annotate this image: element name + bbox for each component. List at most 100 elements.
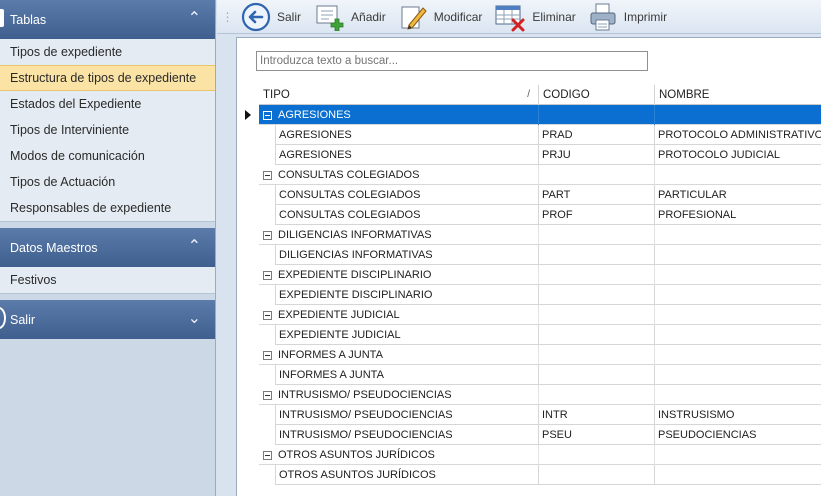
chevron-up-double-icon[interactable]: ⌃ <box>188 9 201 27</box>
printer-icon <box>590 3 616 30</box>
table-row[interactable]: INTRUSISMO/ PSEUDOCIENCIAS INTR INSTRUSISM… <box>259 405 821 425</box>
cell-nombre[interactable] <box>655 465 821 485</box>
table-row[interactable]: INFORMES A JUNTA <box>259 365 821 385</box>
group-label: INFORMES A JUNTA <box>278 349 383 361</box>
collapse-toggle-icon[interactable] <box>263 170 272 180</box>
cell-tipo[interactable]: INTRUSISMO/ PSEUDOCIENCIAS <box>275 425 539 445</box>
table-row[interactable]: OTROS ASUNTOS JURÍDICOS <box>259 465 821 485</box>
column-header-codigo[interactable]: CODIGO <box>539 85 655 105</box>
group-cell-empty <box>655 225 821 245</box>
cell-codigo[interactable]: INTR <box>539 405 655 425</box>
cell-codigo[interactable]: PRJU <box>539 145 655 165</box>
cell-tipo[interactable]: CONSULTAS COLEGIADOS <box>275 205 539 225</box>
table-row[interactable]: CONSULTAS COLEGIADOS PROF PROFESIONAL <box>259 205 821 225</box>
collapse-toggle-icon[interactable] <box>263 390 272 400</box>
column-header-nombre[interactable]: NOMBRE <box>655 85 821 105</box>
group-cell: AGRESIONES <box>259 105 539 125</box>
sidebar-item[interactable]: Estados del Expediente <box>0 91 215 117</box>
group-row[interactable]: DILIGENCIAS INFORMATIVAS <box>259 225 821 245</box>
group-cell: INFORMES A JUNTA <box>259 345 539 365</box>
cell-codigo[interactable] <box>539 325 655 345</box>
table-row[interactable]: CONSULTAS COLEGIADOS PART PARTICULAR <box>259 185 821 205</box>
table-row[interactable]: EXPEDIENTE JUDICIAL <box>259 325 821 345</box>
group-cell: INTRUSISMO/ PSEUDOCIENCIAS <box>259 385 539 405</box>
sidebar-group-title: Tablas <box>10 12 47 27</box>
group-cell-empty <box>539 225 655 245</box>
group-label: CONSULTAS COLEGIADOS <box>278 169 420 181</box>
collapse-toggle-icon[interactable] <box>263 230 272 240</box>
group-row[interactable]: INTRUSISMO/ PSEUDOCIENCIAS <box>259 385 821 405</box>
cell-tipo[interactable]: AGRESIONES <box>275 125 539 145</box>
table-row[interactable]: DILIGENCIAS INFORMATIVAS <box>259 245 821 265</box>
column-header-tipo[interactable]: TIPO / <box>259 85 539 105</box>
cell-tipo[interactable]: INTRUSISMO/ PSEUDOCIENCIAS <box>275 405 539 425</box>
cell-codigo[interactable] <box>539 465 655 485</box>
group-cell: EXPEDIENTE DISCIPLINARIO <box>259 265 539 285</box>
cell-nombre[interactable] <box>655 325 821 345</box>
cell-nombre[interactable] <box>655 365 821 385</box>
sidebar-item[interactable]: Tipos de Interviniente <box>0 117 215 143</box>
collapse-toggle-icon[interactable] <box>263 450 272 460</box>
group-row[interactable]: AGRESIONES <box>245 105 821 125</box>
cell-codigo[interactable]: PSEU <box>539 425 655 445</box>
cell-nombre[interactable]: PSEUDOCIENCIAS <box>655 425 821 445</box>
cell-nombre[interactable]: PARTICULAR <box>655 185 821 205</box>
sidebar-group-header[interactable]: Salir ⌄ <box>0 300 215 339</box>
cell-codigo[interactable]: PROF <box>539 205 655 225</box>
sidebar-item[interactable]: Modos de comunicación <box>0 143 215 169</box>
cell-nombre[interactable] <box>655 285 821 305</box>
sidebar-group-header[interactable]: Tablas ⌃ <box>0 0 215 39</box>
sidebar-group-header[interactable]: Datos Maestros ⌃ <box>0 228 215 267</box>
print-button[interactable]: Imprimir <box>584 1 675 33</box>
group-row[interactable]: EXPEDIENTE JUDICIAL <box>259 305 821 325</box>
back-arrow-icon <box>241 2 271 31</box>
sidebar-item[interactable]: Tipos de expediente <box>0 39 215 65</box>
cell-codigo[interactable]: PRAD <box>539 125 655 145</box>
cell-tipo[interactable]: AGRESIONES <box>275 145 539 165</box>
group-row[interactable]: EXPEDIENTE DISCIPLINARIO <box>259 265 821 285</box>
search-input[interactable] <box>256 51 648 71</box>
edit-pencil-icon <box>401 6 427 30</box>
table-row[interactable]: AGRESIONES PRJU PROTOCOLO JUDICIAL <box>259 145 821 165</box>
cell-nombre[interactable]: PROTOCOLO ADMINISTRATIVO <box>655 125 821 145</box>
print-label: Imprimir <box>623 9 668 24</box>
collapse-toggle-icon[interactable] <box>263 350 272 360</box>
table-row[interactable]: INTRUSISMO/ PSEUDOCIENCIAS PSEU PSEUDOCIEN… <box>259 425 821 445</box>
group-row[interactable]: CONSULTAS COLEGIADOS <box>259 165 821 185</box>
collapse-toggle-icon[interactable] <box>263 270 272 280</box>
group-cell-empty <box>539 305 655 325</box>
cell-tipo[interactable]: EXPEDIENTE JUDICIAL <box>275 325 539 345</box>
cell-nombre[interactable]: PROTOCOLO JUDICIAL <box>655 145 821 165</box>
add-button[interactable]: Añadir <box>309 1 394 33</box>
cell-tipo[interactable]: INFORMES A JUNTA <box>275 365 539 385</box>
collapse-toggle-icon[interactable] <box>263 310 272 320</box>
sidebar-groups: Tablas ⌃ Tipos de expediente Estructura de … <box>0 0 215 339</box>
chevron-down-double-icon[interactable]: ⌄ <box>188 309 201 327</box>
cell-codigo[interactable] <box>539 245 655 265</box>
cell-codigo[interactable] <box>539 285 655 305</box>
cell-tipo[interactable]: EXPEDIENTE DISCIPLINARIO <box>275 285 539 305</box>
chevron-up-double-icon[interactable]: ⌃ <box>188 237 201 255</box>
cell-nombre[interactable]: INSTRUSISMO <box>655 405 821 425</box>
collapse-toggle-icon[interactable] <box>263 110 272 120</box>
sidebar-item[interactable]: Festivos <box>0 267 215 293</box>
exit-button[interactable]: Salir <box>237 1 309 33</box>
cell-codigo[interactable] <box>539 365 655 385</box>
sidebar-item[interactable]: Tipos de Actuación <box>0 169 215 195</box>
cell-tipo[interactable]: OTROS ASUNTOS JURÍDICOS <box>275 465 539 485</box>
cell-tipo[interactable]: CONSULTAS COLEGIADOS <box>275 185 539 205</box>
cell-nombre[interactable] <box>655 245 821 265</box>
sidebar-item[interactable]: Responsables de expediente <box>0 195 215 221</box>
table-row[interactable]: AGRESIONES PRAD PROTOCOLO ADMINISTRATIVO <box>259 125 821 145</box>
cell-nombre[interactable]: PROFESIONAL <box>655 205 821 225</box>
cell-codigo[interactable]: PART <box>539 185 655 205</box>
toolbar-grip[interactable]: ⋮ <box>217 10 237 24</box>
group-row[interactable]: INFORMES A JUNTA <box>259 345 821 365</box>
delete-button[interactable]: Eliminar <box>490 1 583 33</box>
sidebar-item[interactable]: Estructura de tipos de expediente <box>0 65 215 91</box>
column-header-codigo-label: CODIGO <box>543 89 590 101</box>
table-row[interactable]: EXPEDIENTE DISCIPLINARIO <box>259 285 821 305</box>
edit-button[interactable]: Modificar <box>394 1 491 33</box>
group-row[interactable]: OTROS ASUNTOS JURÍDICOS <box>259 445 821 465</box>
cell-tipo[interactable]: DILIGENCIAS INFORMATIVAS <box>275 245 539 265</box>
